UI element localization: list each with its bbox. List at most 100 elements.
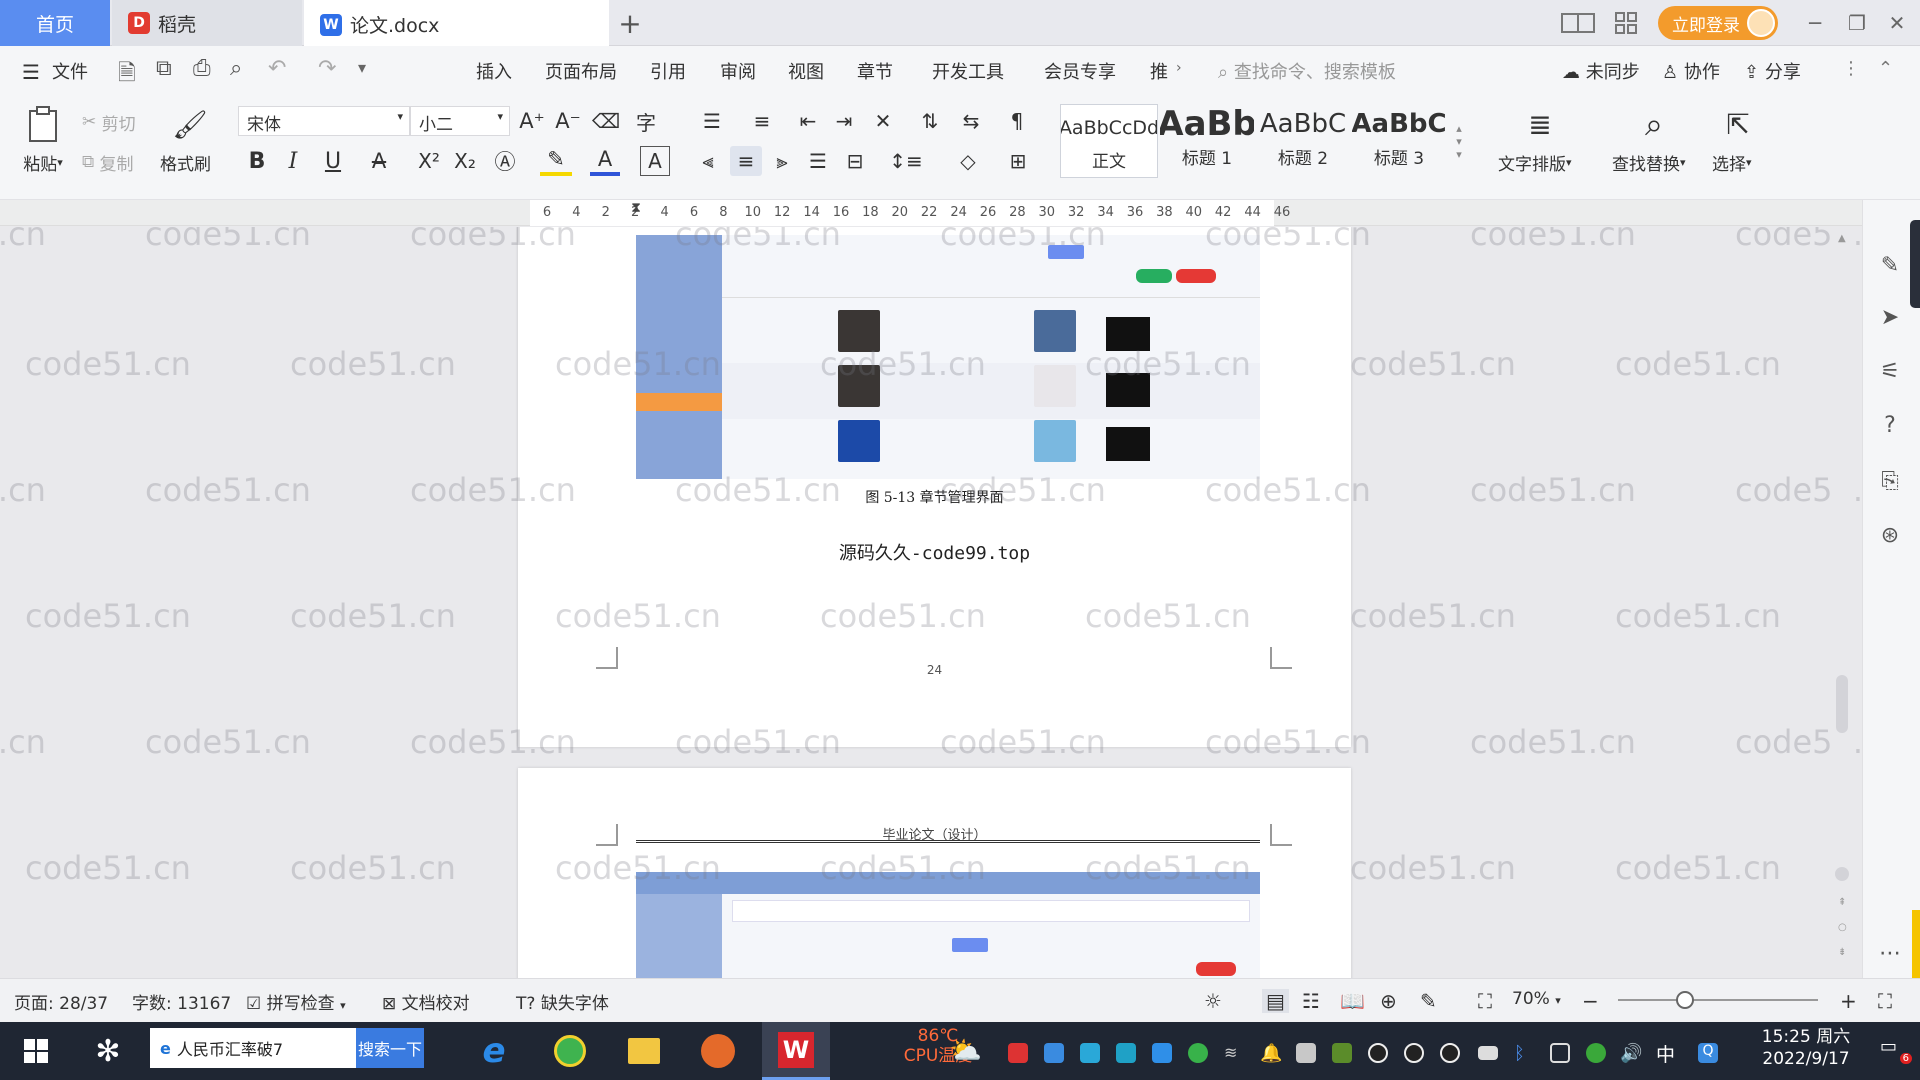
zoom-slider[interactable]: [1618, 999, 1818, 1001]
wifi-icon[interactable]: ≋: [1224, 1043, 1244, 1063]
hamburger-icon[interactable]: ☰: [22, 60, 40, 84]
missing-font-button[interactable]: T? 缺失字体: [516, 989, 609, 1014]
paste-icon[interactable]: [18, 104, 68, 144]
font-size-select[interactable]: 小二 ▾: [410, 106, 510, 136]
clear-format-icon[interactable]: ⌫: [592, 106, 620, 136]
tab-document[interactable]: W 论文.docx: [304, 0, 609, 46]
write-mode-icon[interactable]: ✎: [1420, 989, 1437, 1013]
browser-360-icon[interactable]: [548, 1030, 592, 1072]
usb-icon[interactable]: [1550, 1043, 1570, 1063]
login-button[interactable]: 立即登录: [1658, 6, 1778, 40]
page-indicator[interactable]: 页面: 28/37: [14, 989, 108, 1014]
menu-recommend[interactable]: 推: [1150, 58, 1168, 84]
char-border-icon[interactable]: A: [640, 146, 670, 176]
decrease-indent-icon[interactable]: ⇤: [794, 106, 822, 136]
battery-icon[interactable]: [1478, 1046, 1498, 1060]
shield-icon[interactable]: [1152, 1043, 1172, 1063]
style-normal[interactable]: AaBbCcDd 正文: [1060, 104, 1158, 178]
line-spacing-icon[interactable]: ↕≡: [888, 146, 924, 176]
eye-protect-icon[interactable]: ☼: [1204, 989, 1222, 1013]
increase-indent-icon[interactable]: ⇥: [830, 106, 858, 136]
bluetooth-icon[interactable]: ᛒ: [1514, 1043, 1534, 1064]
menu-member[interactable]: 会员专享: [1044, 58, 1116, 84]
text-layout-icon[interactable]: ≣: [1516, 104, 1564, 144]
taskbar-search-input[interactable]: e 人民币汇率破7: [150, 1028, 356, 1068]
fit-page-icon[interactable]: ⛶: [1478, 989, 1492, 1013]
menu-insert[interactable]: 插入: [476, 58, 512, 84]
style-heading-1[interactable]: AaBb 标题 1: [1160, 104, 1254, 178]
next-page-icon[interactable]: ⇟: [1838, 947, 1846, 958]
zoom-out-icon[interactable]: −: [1582, 989, 1599, 1013]
style-heading-2[interactable]: AaBbC 标题 2: [1256, 104, 1350, 178]
superscript-icon[interactable]: X²: [414, 146, 444, 176]
clock[interactable]: 15:25 周六 2022/9/17: [1736, 1026, 1876, 1070]
ime-indicator[interactable]: 中: [1656, 1040, 1675, 1067]
select-browse-icon[interactable]: ○: [1838, 922, 1847, 933]
page-view-icon[interactable]: ▤: [1262, 989, 1289, 1013]
chinese-layout-icon[interactable]: ✕: [866, 106, 900, 136]
tray-app-icon-5[interactable]: [1296, 1043, 1316, 1063]
pinwheel-app-icon[interactable]: ✻: [86, 1030, 130, 1072]
more-options-icon[interactable]: ⋮: [1842, 58, 1860, 79]
styles-scroll-icon[interactable]: ▴ ▾ ▾: [1450, 106, 1468, 176]
indent-marker-icon[interactable]: ⧗: [628, 200, 644, 226]
print-preview-icon[interactable]: ⌕: [230, 56, 242, 81]
game-app-icon[interactable]: [696, 1030, 740, 1072]
scroll-down-icon[interactable]: [1835, 867, 1849, 881]
text-layout-button[interactable]: 文字排版 ▾: [1498, 150, 1572, 175]
distributed-icon[interactable]: ⊟: [840, 146, 870, 176]
tray-app-icon-1[interactable]: [1008, 1043, 1028, 1063]
sync-status[interactable]: ☁ 未同步: [1562, 58, 1640, 84]
style-heading-3[interactable]: AaBbC 标题 3: [1352, 104, 1446, 178]
doc-proof-button[interactable]: ⊠ 文档校对: [382, 989, 470, 1014]
tab-daoke[interactable]: D 稻壳: [112, 0, 302, 46]
outline-view-icon[interactable]: ☷: [1302, 989, 1320, 1013]
subscript-icon[interactable]: X₂: [450, 146, 480, 176]
menu-developer[interactable]: 开发工具: [932, 58, 1004, 84]
ie-browser-icon[interactable]: e: [472, 1030, 516, 1072]
tray-app-icon-4[interactable]: [1116, 1043, 1136, 1063]
vertical-scrollbar[interactable]: ▲ ⇞ ○ ⇟: [1830, 227, 1854, 978]
bullet-list-icon[interactable]: ☰: [694, 106, 730, 136]
layout-toggle-icon[interactable]: [1560, 8, 1596, 38]
grow-font-icon[interactable]: A⁺: [518, 106, 546, 136]
reading-view-icon[interactable]: 📖: [1340, 989, 1365, 1013]
volume-icon[interactable]: 🔊: [1620, 1043, 1642, 1064]
minimize-icon[interactable]: ─: [1798, 8, 1832, 38]
bell-icon[interactable]: 🔔: [1260, 1043, 1282, 1064]
weather-icon[interactable]: ⛅: [944, 1030, 988, 1072]
menu-references[interactable]: 引用: [650, 58, 686, 84]
magnifier-icon[interactable]: ⌕: [1630, 104, 1678, 144]
quick-access-dropdown-icon[interactable]: ▾: [358, 58, 366, 77]
align-right-icon[interactable]: ⫸: [768, 146, 796, 176]
collapse-ribbon-icon[interactable]: ⌃: [1878, 58, 1893, 79]
print-icon[interactable]: ⎙: [193, 56, 211, 81]
wps-taskbar-item[interactable]: W: [762, 1022, 830, 1080]
file-explorer-icon[interactable]: [622, 1030, 666, 1072]
menu-page-layout[interactable]: 页面布局: [545, 58, 617, 84]
tray-360-icon[interactable]: [1188, 1043, 1208, 1063]
redo-icon[interactable]: ↷: [318, 56, 336, 81]
pinyin-guide-icon[interactable]: 字: [628, 106, 664, 136]
brush-icon[interactable]: 🖌: [168, 104, 212, 144]
apps-grid-icon[interactable]: [1610, 8, 1642, 38]
text-effect-icon[interactable]: Ⓐ: [490, 146, 520, 176]
zoom-level[interactable]: 70% ▾: [1512, 989, 1561, 1009]
document-canvas[interactable]: 图 5-13 章节管理界面 源码久久-code99.top 24 毕业论文（设计…: [0, 227, 1920, 978]
font-name-select[interactable]: 宋体 ▾: [238, 106, 410, 136]
align-left-icon[interactable]: ⫷: [694, 146, 722, 176]
new-tab-button[interactable]: +: [615, 0, 645, 46]
collaborate-button[interactable]: ♙ 协作: [1662, 58, 1720, 84]
windows-start-icon[interactable]: [14, 1030, 58, 1072]
bold-icon[interactable]: B: [244, 146, 270, 176]
zoom-slider-thumb[interactable]: [1676, 991, 1694, 1009]
qq-icon-1[interactable]: [1368, 1043, 1388, 1063]
scroll-up-icon[interactable]: ▲: [1838, 233, 1846, 244]
borders-icon[interactable]: ⊞: [1000, 146, 1036, 176]
paste-button[interactable]: 粘贴 ▾: [14, 150, 72, 175]
spell-check-button[interactable]: ☑ 拼写检查 ▾: [246, 989, 346, 1014]
shading-icon[interactable]: ◇: [950, 146, 986, 176]
qq-icon-3[interactable]: [1440, 1043, 1460, 1063]
menu-file[interactable]: 文件: [52, 58, 88, 84]
tray-plus-icon[interactable]: [1586, 1043, 1606, 1063]
